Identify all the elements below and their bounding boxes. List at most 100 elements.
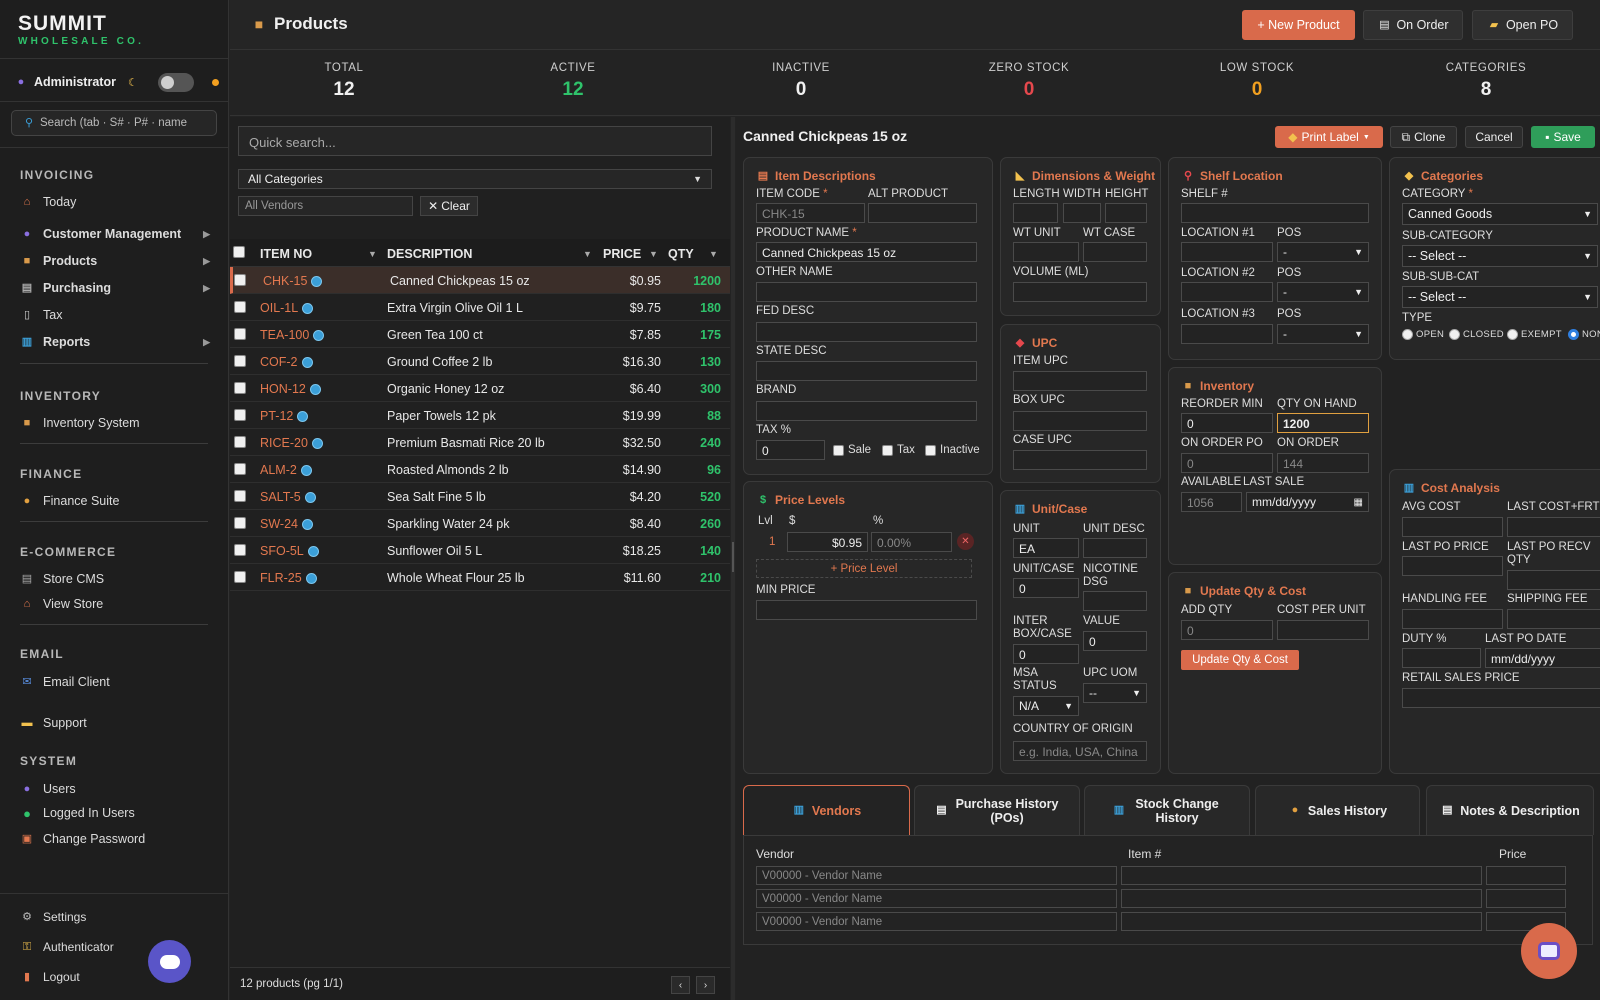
clone-button[interactable]: ⧉ Clone [1390, 126, 1457, 148]
last-cost-frt-field[interactable] [1507, 517, 1600, 537]
table-row[interactable]: ALM-2 Roasted Almonds 2 lb $14.90 96 [230, 456, 730, 483]
row-checkbox[interactable] [234, 544, 246, 556]
brand-logo[interactable]: SUMMIT WHOLESALE CO. [18, 13, 144, 47]
table-row[interactable]: HON-12 Organic Honey 12 oz $6.40 300 [230, 375, 730, 402]
ai-assistant-button[interactable] [1521, 923, 1577, 979]
other-name-field[interactable] [756, 282, 977, 302]
row-checkbox[interactable] [234, 490, 246, 502]
vendor-field[interactable]: V00000 - Vendor Name [756, 912, 1117, 931]
resize-handle[interactable] [731, 117, 735, 1000]
checkbox[interactable] [833, 444, 844, 456]
inter-box-field[interactable]: 0 [1013, 644, 1079, 664]
vendor-item-field[interactable] [1121, 889, 1482, 908]
nav-customer-management[interactable]: ● Customer Management ▶ [20, 224, 210, 244]
new-product-button[interactable]: + New Product [1242, 10, 1355, 40]
col-description[interactable]: DESCRIPTION [387, 247, 472, 261]
item-number-link[interactable]: PT-12 [260, 409, 309, 423]
chat-bubble-button[interactable] [148, 940, 191, 983]
row-checkbox[interactable] [234, 328, 246, 340]
location-2-field[interactable] [1181, 282, 1273, 302]
nav-finance-suite[interactable]: ● Finance Suite [20, 491, 210, 511]
prev-page-button[interactable]: ‹ [671, 976, 690, 994]
add-price-level-button[interactable]: + Price Level [756, 559, 972, 578]
tab-purchase-history[interactable]: ▤ Purchase History (POs) [914, 785, 1080, 835]
open-po-button[interactable]: ▰ Open PO [1472, 10, 1573, 40]
radio[interactable] [1449, 329, 1460, 340]
quick-search-input[interactable]: Quick search... [238, 126, 712, 156]
pos-2-select[interactable]: - ▼ [1277, 282, 1369, 302]
print-label-button[interactable]: ◆ Print Label ▼ [1275, 126, 1383, 148]
type-closed-radio[interactable]: CLOSED [1449, 329, 1504, 340]
row-checkbox[interactable] [234, 463, 246, 475]
add-qty-field[interactable]: 0 [1181, 620, 1273, 640]
category-filter-select[interactable]: All Categories ▼ [238, 169, 712, 189]
vendor-price-field[interactable] [1486, 889, 1566, 908]
nav-inventory-system[interactable]: ■ Inventory System [20, 413, 210, 433]
item-code-field[interactable]: CHK-15 [756, 203, 865, 223]
wt-unit-field[interactable] [1013, 242, 1079, 262]
item-number-link[interactable]: RICE-20 [260, 436, 323, 450]
sort-icon[interactable]: ▼ [649, 249, 658, 259]
location-3-field[interactable] [1181, 324, 1273, 344]
min-price-field[interactable] [756, 600, 977, 620]
checkbox[interactable] [882, 444, 893, 456]
nav-purchasing[interactable]: ▤ Purchasing ▶ [20, 278, 210, 298]
sort-icon[interactable]: ▼ [709, 249, 718, 259]
row-checkbox[interactable] [234, 409, 246, 421]
state-desc-field[interactable] [756, 361, 977, 381]
table-row[interactable]: RICE-20 Premium Basmati Rice 20 lb $32.50 2… [230, 429, 730, 456]
calendar-icon[interactable]: ▦ [1354, 497, 1363, 508]
pos-3-select[interactable]: - ▼ [1277, 324, 1369, 344]
theme-toggle[interactable] [157, 72, 194, 92]
select-all-checkbox[interactable] [233, 246, 245, 258]
length-field[interactable] [1013, 203, 1058, 223]
item-number-link[interactable]: COF-2 [260, 355, 313, 369]
on-order-button[interactable]: ▤ On Order [1363, 10, 1463, 40]
vendor-price-field[interactable] [1486, 866, 1566, 885]
nav-reports[interactable]: ▥ Reports ▶ [20, 332, 210, 352]
col-qty[interactable]: QTY [668, 247, 694, 261]
tab-sales-history[interactable]: ● Sales History [1255, 785, 1420, 835]
nav-tax[interactable]: ▯ Tax [20, 305, 210, 325]
last-sale-date-field[interactable]: mm/dd/yyyy ▦ [1246, 492, 1369, 512]
nav-authenticator[interactable]: ⚿ Authenticator [20, 937, 140, 957]
type-non-radio[interactable]: NON [1568, 329, 1600, 340]
sub-sub-cat-select[interactable]: -- Select -- ▼ [1402, 286, 1598, 308]
sort-icon[interactable]: ▼ [368, 249, 377, 259]
sale-checkbox[interactable]: Sale [833, 444, 871, 456]
item-number-link[interactable]: SALT-5 [260, 490, 316, 504]
item-upc-field[interactable] [1013, 371, 1147, 391]
item-number-link[interactable]: OIL-1L [260, 301, 314, 315]
vendor-field[interactable]: V00000 - Vendor Name [756, 889, 1117, 908]
item-number-link[interactable]: CHK-15 [263, 274, 323, 288]
nav-change-password[interactable]: ▣ Change Password [20, 829, 210, 849]
width-field[interactable] [1063, 203, 1101, 223]
category-select[interactable]: Canned Goods ▼ [1402, 203, 1598, 225]
table-row[interactable]: COF-2 Ground Coffee 2 lb $16.30 130 [230, 348, 730, 375]
country-field[interactable]: e.g. India, USA, China [1013, 741, 1147, 761]
avg-cost-field[interactable] [1402, 517, 1503, 537]
table-row[interactable]: SW-24 Sparkling Water 24 pk $8.40 260 [230, 510, 730, 537]
row-checkbox[interactable] [234, 355, 246, 367]
vendor-item-field[interactable] [1121, 866, 1482, 885]
height-field[interactable] [1105, 203, 1147, 223]
table-row[interactable]: SALT-5 Sea Salt Fine 5 lb $4.20 520 [230, 483, 730, 510]
qty-on-hand-field[interactable]: 1200 [1277, 413, 1369, 433]
handling-fee-field[interactable] [1402, 609, 1503, 629]
row-checkbox[interactable] [234, 436, 246, 448]
shipping-fee-field[interactable] [1507, 609, 1600, 629]
shelf-field[interactable] [1181, 203, 1369, 223]
table-row[interactable]: SFO-5L Sunflower Oil 5 L $18.25 140 [230, 537, 730, 564]
tax-field[interactable]: 0 [756, 440, 825, 460]
item-number-link[interactable]: SFO-5L [260, 544, 319, 558]
item-number-link[interactable]: FLR-25 [260, 571, 317, 585]
unit-field[interactable]: EA [1013, 538, 1079, 558]
nav-support[interactable]: ▬ Support [20, 713, 210, 733]
level-pct-field[interactable]: 0.00% [871, 532, 952, 552]
tab-vendors[interactable]: ▥ Vendors [743, 785, 910, 835]
last-po-price-field[interactable] [1402, 556, 1503, 576]
alt-product-field[interactable] [868, 203, 977, 223]
checkbox[interactable] [925, 444, 936, 456]
item-number-link[interactable]: TEA-100 [260, 328, 325, 342]
nicotine-field[interactable] [1083, 591, 1147, 611]
